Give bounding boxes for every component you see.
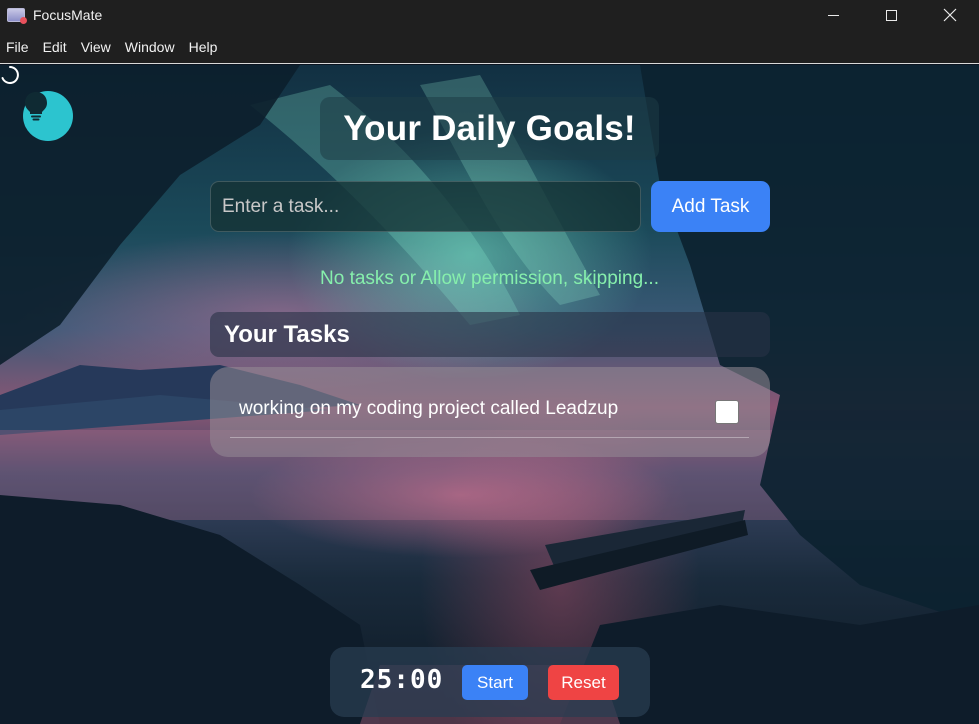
task-list: working on my coding project called Lead…	[210, 367, 770, 457]
menu-edit[interactable]: Edit	[36, 30, 74, 64]
task-item-text: working on my coding project called Lead…	[239, 398, 619, 419]
menu-help[interactable]: Help	[182, 30, 225, 64]
maximize-button[interactable]	[862, 0, 920, 30]
lightbulb-icon	[25, 92, 47, 121]
maximize-icon	[885, 9, 897, 21]
reset-button[interactable]: Reset	[548, 665, 619, 700]
page-title: Your Daily Goals!	[343, 108, 636, 148]
menu-view[interactable]: View	[74, 30, 118, 64]
task-input[interactable]	[210, 181, 641, 232]
tasks-section-header: Your Tasks	[210, 312, 770, 357]
close-icon	[943, 8, 957, 22]
timer-display: 25:00	[360, 665, 444, 695]
tasks-heading: Your Tasks	[224, 320, 350, 348]
loading-spinner-icon	[1, 66, 19, 84]
page-title-container: Your Daily Goals!	[320, 97, 659, 160]
task-item: working on my coding project called Lead…	[230, 381, 749, 438]
menu-file[interactable]: File	[0, 30, 36, 64]
menu-window[interactable]: Window	[118, 30, 182, 64]
start-button[interactable]: Start	[462, 665, 528, 700]
minimize-button[interactable]	[804, 0, 862, 30]
minimize-icon	[827, 14, 839, 16]
lightbulb-button[interactable]	[23, 91, 73, 141]
title-bar: FocusMate	[0, 0, 979, 30]
window-title: FocusMate	[33, 7, 103, 23]
status-message: No tasks or Allow permission, skipping..…	[320, 268, 659, 289]
close-button[interactable]	[921, 0, 979, 30]
app-background: Your Daily Goals! Add Task No tasks or A…	[0, 65, 979, 724]
add-task-button[interactable]: Add Task	[651, 181, 770, 232]
task-complete-checkbox[interactable]	[715, 400, 739, 424]
app-icon	[7, 8, 27, 24]
pomodoro-timer: 25:00 Start Reset	[330, 647, 650, 717]
menu-bar: File Edit View Window Help	[0, 30, 979, 64]
